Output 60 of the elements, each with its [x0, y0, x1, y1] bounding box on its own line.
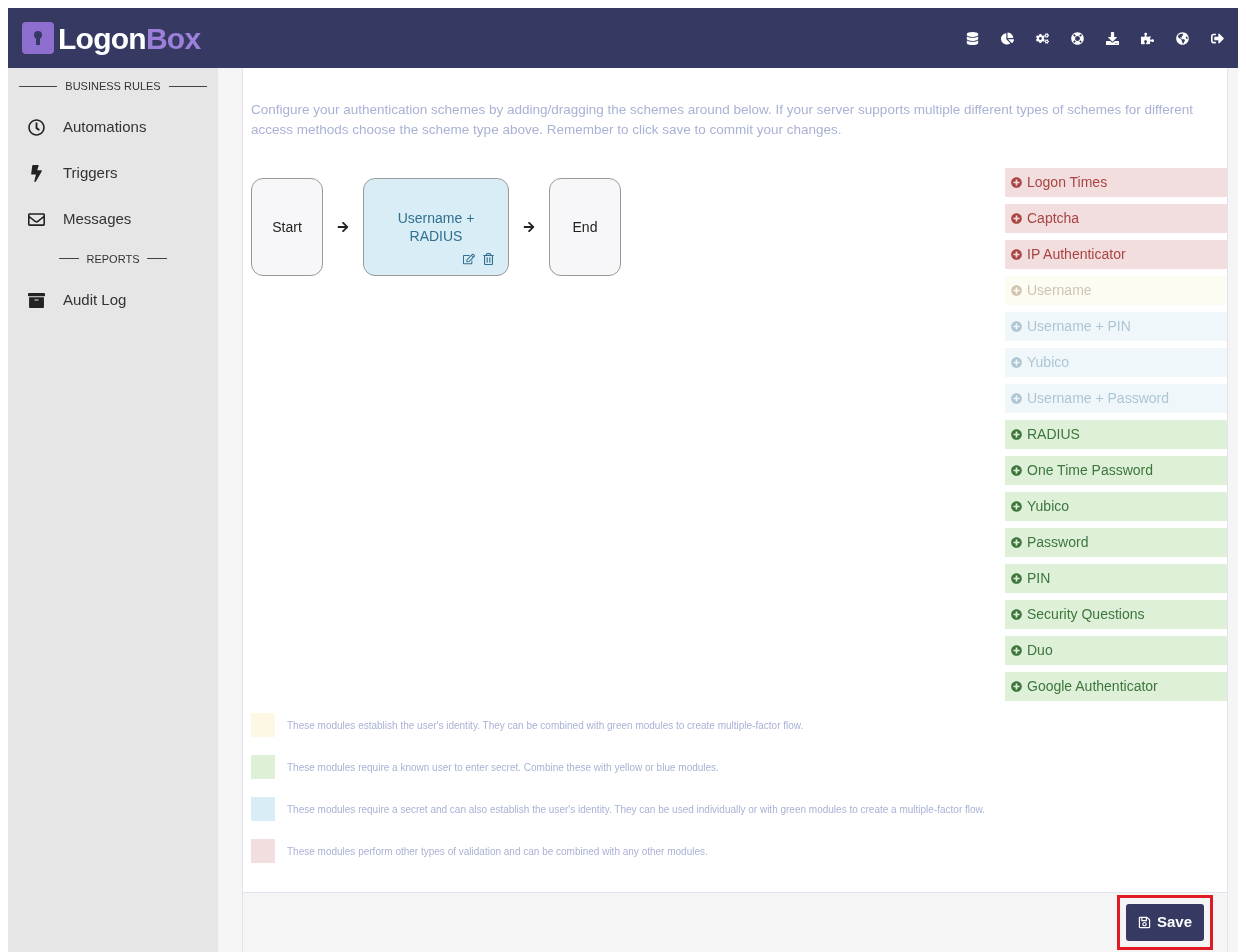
gears-icon[interactable]: [1036, 31, 1049, 45]
globe-icon[interactable]: [1176, 31, 1189, 45]
life-ring-icon[interactable]: [1071, 31, 1084, 45]
edit-icon[interactable]: [463, 253, 475, 265]
module-item[interactable]: Security Questions: [1005, 600, 1227, 629]
module-item[interactable]: Password: [1005, 528, 1227, 557]
scheme-label: Username + RADIUS: [396, 209, 476, 245]
puzzle-icon[interactable]: [1141, 31, 1154, 45]
module-item[interactable]: Yubico: [1005, 492, 1227, 521]
clock-icon: [28, 119, 45, 136]
module-item[interactable]: Duo: [1005, 636, 1227, 665]
module-item[interactable]: PIN: [1005, 564, 1227, 593]
scheme-node[interactable]: Username + RADIUS: [363, 178, 509, 276]
keyhole-logo-icon: [22, 22, 54, 54]
logo-text: LogonBox: [58, 20, 201, 57]
add-icon: [1011, 609, 1022, 620]
add-icon: [1011, 465, 1022, 476]
download-icon[interactable]: [1106, 31, 1119, 45]
intro-text: Configure your authentication schemes by adding/dragging the schemes around below. If your server supports multiple different types of schemes for different access methods choose the scheme type above. Remember to click save to commit your changes.: [251, 101, 1195, 139]
module-item[interactable]: One Time Password: [1005, 456, 1227, 485]
legend-text: These modules require a secret and can also establish the user's identity. They can be used individually or with green modules to create a multiple-factor flow.: [287, 802, 986, 817]
flow-node: End: [549, 178, 621, 276]
module-item[interactable]: IP Authenticator: [1005, 240, 1227, 269]
arrow-icon: [337, 221, 349, 233]
section-heading: BUSINESS RULES: [65, 79, 161, 94]
lightning-icon: [28, 165, 45, 182]
pie-chart-icon[interactable]: [1001, 31, 1014, 45]
archive-box-icon: [28, 291, 45, 309]
module-item[interactable]: Captcha: [1005, 204, 1227, 233]
flow-node: Start: [251, 178, 323, 276]
add-icon: [1011, 681, 1022, 692]
legend-text: These modules require a known user to enter secret. Combine these with yellow or blue modules.: [287, 760, 719, 775]
envelope-icon: [28, 211, 45, 228]
add-icon: [1011, 429, 1022, 440]
module-item[interactable]: Logon Times: [1005, 168, 1227, 197]
add-icon: [1011, 573, 1022, 584]
add-icon: [1011, 249, 1022, 260]
add-icon: [1011, 393, 1022, 404]
module-item[interactable]: RADIUS: [1005, 420, 1227, 449]
module-item[interactable]: Google Authenticator: [1005, 672, 1227, 701]
add-icon: [1011, 177, 1022, 188]
arrow-icon: [523, 221, 535, 233]
add-icon: [1011, 645, 1022, 656]
save-button[interactable]: Save: [1125, 904, 1204, 941]
add-icon: [1011, 213, 1022, 224]
add-icon: [1011, 321, 1022, 332]
sidebar-item[interactable]: Audit Log: [8, 277, 218, 323]
add-icon: [1011, 357, 1022, 368]
sidebar-item[interactable]: Messages: [8, 196, 218, 243]
database-icon[interactable]: [966, 31, 979, 45]
legend-text: These modules establish the user's identity. They can be combined with green modules to create multiple-factor flow.: [287, 718, 804, 733]
add-icon: [1011, 285, 1022, 296]
sidebar-item[interactable]: Triggers: [8, 150, 218, 197]
sign-out-icon[interactable]: [1211, 31, 1224, 45]
add-icon: [1011, 501, 1022, 512]
section-heading: REPORTS: [86, 251, 140, 267]
sidebar-item[interactable]: Automations: [8, 104, 218, 151]
trash-icon[interactable]: [483, 253, 494, 265]
add-icon: [1011, 537, 1022, 548]
legend-text: These modules perform other types of validation and can be combined with any other modules.: [287, 844, 708, 859]
